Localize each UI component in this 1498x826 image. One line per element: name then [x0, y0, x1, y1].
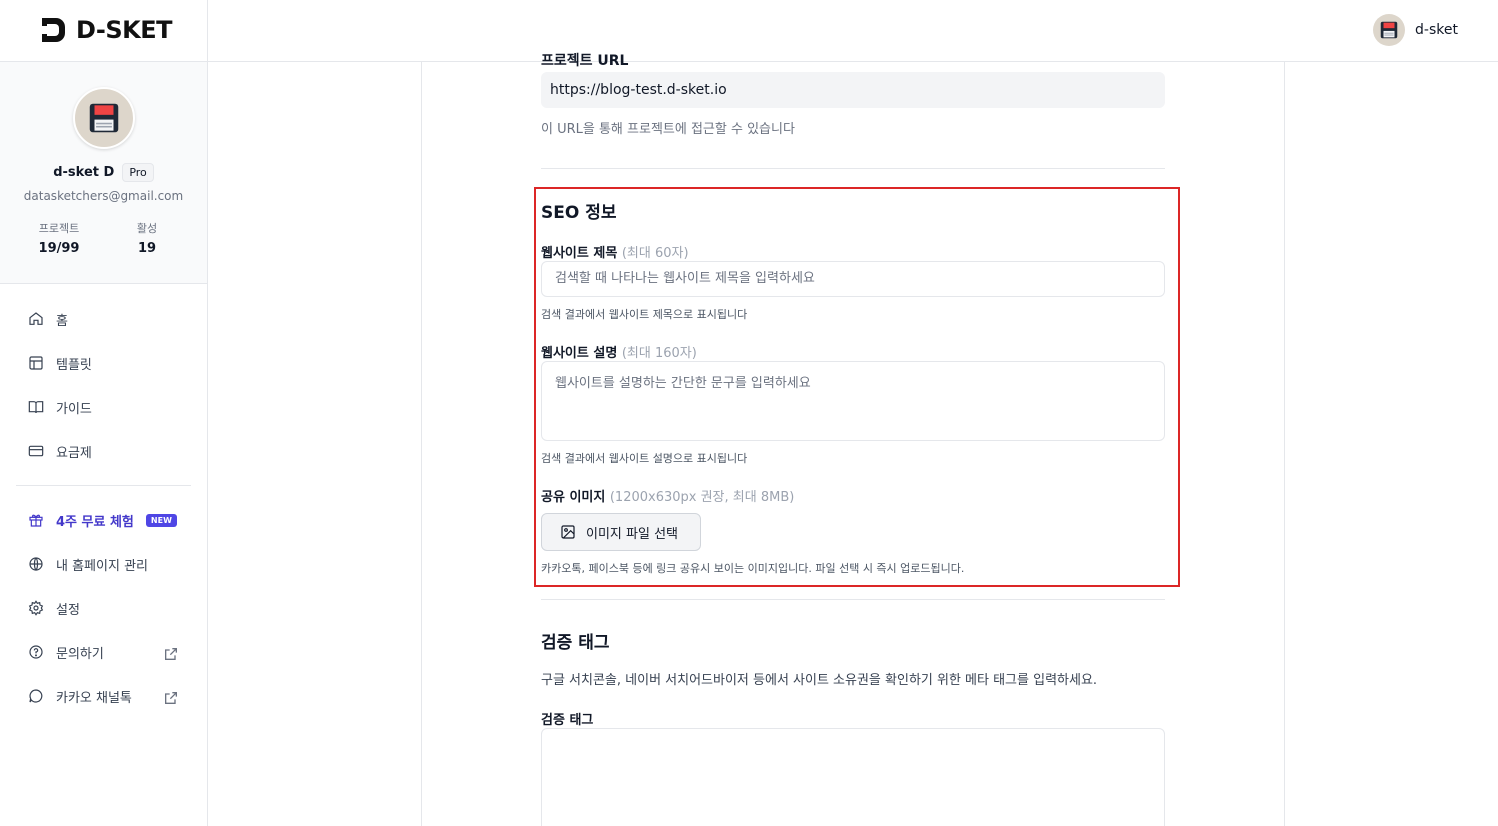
sidebar-item-kakao-channel[interactable]: 카카오 채널톡	[16, 678, 191, 714]
section-divider	[541, 599, 1165, 600]
select-image-button[interactable]: 이미지 파일 선택	[541, 513, 701, 551]
sidebar-item-label: 가이드	[56, 401, 92, 417]
profile-name: d-sket D	[53, 165, 115, 180]
stat-label: 활성	[136, 222, 158, 235]
help-circle-icon	[29, 645, 43, 659]
profile-email: datasketchers@gmail.com	[23, 189, 184, 203]
external-link-icon	[165, 692, 177, 704]
sidebar-item-home[interactable]: 홈	[16, 301, 191, 337]
verify-tag-label: 검증 태그	[541, 713, 594, 728]
floppy-disk-icon	[1380, 21, 1398, 39]
sidebar-item-settings[interactable]: 설정	[16, 590, 191, 626]
stat-value: 19	[137, 241, 157, 256]
sidebar-item-label: 설정	[56, 602, 80, 618]
top-bar: D-SKET d-sket	[0, 0, 1498, 62]
stat-label: 프로젝트	[38, 222, 80, 235]
sidebar-item-label: 문의하기	[56, 646, 104, 662]
sidebar-item-contact[interactable]: 문의하기	[16, 634, 191, 670]
verify-section-desc: 구글 서치콘솔, 네이버 서치어드바이저 등에서 사이트 소유권을 확인하기 위…	[541, 673, 1098, 688]
site-title-input[interactable]: 검색할 때 나타나는 웹사이트 제목을 입력하세요	[541, 261, 1165, 297]
user-menu[interactable]: d-sket	[1373, 14, 1458, 46]
sidebar-item-label: 홈	[56, 313, 68, 329]
avatar	[1373, 14, 1406, 46]
plan-badge: Pro	[122, 163, 154, 182]
settings-card: 프로젝트 URL https://blog-test.d-sket.io 이 U…	[421, 53, 1285, 826]
sidebar-item-templates[interactable]: 템플릿	[16, 345, 191, 381]
home-icon	[29, 312, 43, 325]
credit-card-icon	[28, 445, 44, 457]
sidebar-item-label: 템플릿	[56, 357, 92, 373]
site-desc-hint: (최대 160자)	[621, 346, 697, 361]
nav-divider	[16, 485, 191, 486]
site-desc-textarea[interactable]: 웹사이트를 설명하는 간단한 문구를 입력하세요	[541, 361, 1165, 441]
site-title-label: 웹사이트 제목 (최대 60자)	[541, 242, 689, 261]
sidebar-item-guide[interactable]: 가이드	[16, 389, 191, 425]
share-image-hint: (1200x630px 권장, 최대 8MB)	[609, 490, 795, 505]
sidebar: d-sket D Pro datasketchers@gmail.com 프로젝…	[0, 62, 207, 826]
sidebar-item-label: 4주 무료 체험	[56, 514, 134, 530]
image-icon	[561, 525, 575, 539]
site-title-label-text: 웹사이트 제목	[541, 246, 618, 261]
site-desc-label: 웹사이트 설명 (최대 160자)	[541, 342, 697, 361]
sidebar-item-label: 카카오 채널톡	[56, 690, 132, 706]
chat-bubble-icon	[29, 689, 43, 703]
share-image-label: 공유 이미지 (1200x630px 권장, 최대 8MB)	[541, 486, 794, 505]
gift-icon	[29, 514, 43, 527]
project-url-help: 이 URL을 통해 프로젝트에 접근할 수 있습니다	[541, 122, 795, 137]
template-icon	[29, 356, 43, 370]
sidebar-item-my-homepage[interactable]: 내 홈페이지 관리	[16, 546, 191, 582]
share-image-help: 카카오톡, 페이스북 등에 링크 공유시 보이는 이미지입니다. 파일 선택 시…	[541, 562, 965, 575]
gear-icon	[28, 600, 44, 616]
site-desc-help: 검색 결과에서 웹사이트 설명으로 표시됩니다	[541, 452, 748, 465]
floppy-disk-icon	[89, 103, 119, 133]
user-name: d-sket	[1415, 22, 1458, 38]
seo-section-title: SEO 정보	[541, 203, 617, 223]
profile-card: d-sket D Pro datasketchers@gmail.com 프로젝…	[0, 62, 207, 284]
logo[interactable]: D-SKET	[38, 14, 172, 46]
logo-text: D-SKET	[76, 16, 172, 44]
share-image-label-text: 공유 이미지	[541, 490, 606, 505]
book-icon	[28, 401, 44, 414]
stat-projects: 프로젝트 19/99	[24, 220, 94, 256]
stat-active: 활성 19	[112, 220, 182, 256]
sidebar-item-label: 내 홈페이지 관리	[56, 558, 148, 574]
external-link-icon	[165, 648, 177, 660]
sidebar-item-pricing[interactable]: 요금제	[16, 433, 191, 469]
verify-section-title: 검증 태그	[541, 633, 610, 653]
profile-name-row: d-sket D Pro	[0, 163, 207, 182]
site-desc-label-text: 웹사이트 설명	[541, 346, 618, 361]
verify-tag-textarea[interactable]	[541, 728, 1165, 826]
project-url-field[interactable]: https://blog-test.d-sket.io	[541, 72, 1165, 108]
logo-mark-icon	[42, 18, 65, 42]
sidebar-divider	[207, 0, 208, 826]
section-divider	[541, 168, 1165, 169]
select-image-button-label: 이미지 파일 선택	[586, 526, 678, 542]
profile-avatar	[73, 87, 135, 149]
sidebar-item-free-trial[interactable]: 4주 무료 체험 NEW	[16, 502, 191, 538]
site-title-hint: (최대 60자)	[621, 246, 689, 261]
stat-value: 19/99	[38, 241, 80, 256]
project-url-label: 프로젝트 URL	[541, 53, 629, 69]
site-title-help: 검색 결과에서 웹사이트 제목으로 표시됩니다	[541, 308, 748, 321]
sidebar-item-label: 요금제	[56, 445, 92, 461]
new-badge: NEW	[145, 513, 177, 527]
globe-icon	[29, 557, 43, 571]
